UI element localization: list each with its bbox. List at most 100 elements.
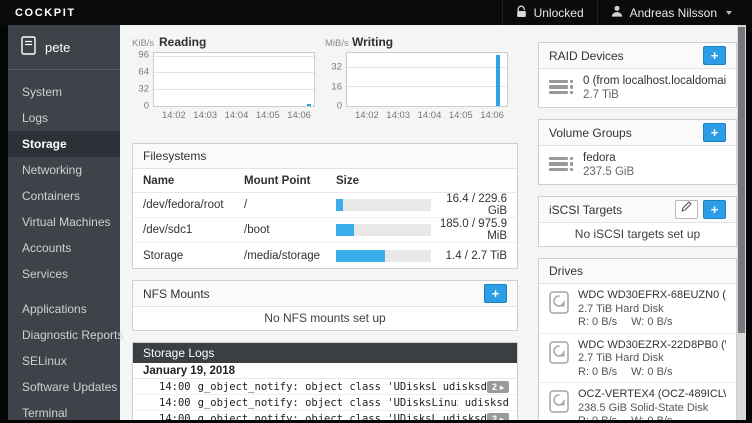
volume-groups-panel: Volume Groups + fedora 237.5 GiB (538, 119, 737, 185)
caret-down-icon (726, 11, 732, 15)
sidebar-item-terminal[interactable]: Terminal (8, 400, 120, 420)
host-switcher[interactable]: pete (8, 25, 120, 70)
filesystem-row[interactable]: Storage /media/storage 1.4 / 2.7 TiB (133, 243, 517, 268)
drives-panel: Drives WDC WD30EFRX-68EUZN0 (WD… 2.7 TiB… (538, 258, 737, 420)
reading-title: Reading (159, 35, 206, 49)
usage-bar (336, 199, 431, 211)
reading-unit-label: KiB/s (132, 38, 159, 49)
sidebar-item-system[interactable]: System (8, 79, 120, 105)
nfs-empty-state: No NFS mounts set up (133, 307, 517, 330)
main-column: KiB/s Reading 96 64 32 0 (132, 35, 518, 420)
sidebar: pete System Logs Storage Networking Cont… (8, 25, 120, 420)
drive-read-rate: R: 0 B/s (578, 316, 617, 329)
host-icon (21, 36, 36, 58)
edit-iscsi-button[interactable] (675, 200, 698, 219)
writing-spike (496, 55, 500, 106)
nfs-mounts-title: NFS Mounts (143, 287, 484, 301)
cockpit-storage-screen: { "topbar": { "brand": "COCKPIT", "lock_… (0, 0, 752, 423)
log-count-badge: 2 (487, 381, 509, 393)
content-area: KiB/s Reading 96 64 32 0 (120, 25, 746, 420)
raid-device-item[interactable]: 0 (from localhost.localdomain) 2.7 TiB (539, 69, 736, 107)
writing-y-axis: 32 16 0 (325, 52, 346, 107)
storage-logs-title: Storage Logs (133, 343, 517, 363)
sidebar-item-applications[interactable]: Applications (8, 296, 120, 322)
app-frame: pete System Logs Storage Networking Cont… (8, 25, 746, 420)
sidebar-item-software-updates[interactable]: Software Updates (8, 374, 120, 400)
iscsi-targets-panel: iSCSI Targets + No iSCSI targets set up (538, 196, 737, 247)
vertical-scrollbar (737, 25, 746, 420)
log-date-header: January 19, 2018 (133, 363, 517, 379)
top-navbar: COCKPIT Unlocked Andreas Nilsson (0, 0, 752, 25)
drive-write-rate: W: 0 B/s (631, 366, 672, 379)
reading-series (307, 104, 311, 106)
sidebar-item-virtual-machines[interactable]: Virtual Machines (8, 209, 120, 235)
iscsi-empty-state: No iSCSI targets set up (539, 223, 736, 246)
reading-y-axis: 96 64 32 0 (132, 52, 153, 107)
writing-chart: MiB/s Writing 32 16 0 (325, 35, 508, 121)
drives-title: Drives (549, 264, 726, 278)
drive-write-rate: W: 0 B/s (631, 316, 672, 329)
log-count-badge: 2 (487, 413, 509, 421)
sidebar-item-storage[interactable]: Storage (8, 131, 120, 157)
sidebar-nav: System Logs Storage Networking Container… (8, 70, 120, 420)
volume-group-item[interactable]: fedora 237.5 GiB (539, 146, 736, 184)
user-name-label: Andreas Nilsson (630, 6, 717, 20)
drive-item[interactable]: WDC WD30EZRX-22D8PB0 (WD… 2.7 TiB Hard D… (539, 334, 736, 384)
nfs-mounts-panel: NFS Mounts + No NFS mounts set up (132, 280, 518, 331)
usage-bar (336, 224, 431, 236)
reading-plot (153, 52, 315, 107)
writing-plot (346, 52, 508, 107)
plus-icon: + (711, 125, 719, 140)
drive-item[interactable]: OCZ-VERTEX4 (OCZ-489ICLW11… 238.5 GiB So… (539, 383, 736, 420)
log-row[interactable]: 14:00 g_object_notify: object class 'UDi… (133, 395, 517, 411)
user-menu[interactable]: Andreas Nilsson (597, 0, 745, 25)
unlocked-label: Unlocked (534, 6, 584, 20)
add-nfs-mount-button[interactable]: + (484, 284, 507, 303)
sidebar-item-services[interactable]: Services (8, 261, 120, 287)
plus-icon: + (711, 202, 719, 217)
host-name: pete (45, 40, 70, 55)
filesystem-row[interactable]: /dev/fedora/root / 16.4 / 229.6 GiB (133, 193, 517, 218)
unlocked-button[interactable]: Unlocked (502, 0, 597, 25)
raid-device-icon (549, 80, 573, 97)
io-charts: KiB/s Reading 96 64 32 0 (132, 35, 518, 121)
reading-x-axis: 14:02 14:03 14:04 14:05 14:06 (132, 107, 315, 121)
sidebar-item-accounts[interactable]: Accounts (8, 235, 120, 261)
sidebar-item-containers[interactable]: Containers (8, 183, 120, 209)
volume-group-icon (549, 157, 573, 174)
filesystems-column-headers: Name Mount Point Size (133, 169, 517, 193)
drive-write-rate: W: 0 B/s (631, 415, 672, 420)
drive-item[interactable]: WDC WD30EFRX-68EUZN0 (WD… 2.7 TiB Hard D… (539, 284, 736, 334)
plus-icon: + (711, 48, 719, 63)
volume-groups-title: Volume Groups (549, 126, 703, 140)
add-raid-button[interactable]: + (703, 46, 726, 65)
expand-icon (500, 414, 504, 421)
scrollbar-thumb[interactable] (738, 27, 745, 333)
sidebar-item-logs[interactable]: Logs (8, 105, 120, 131)
sidebar-item-selinux[interactable]: SELinux (8, 348, 120, 374)
sidebar-item-diagnostic-reports[interactable]: Diagnostic Reports (8, 322, 120, 348)
raid-devices-title: RAID Devices (549, 49, 703, 63)
sidebar-section-gap (8, 287, 120, 296)
reading-chart: KiB/s Reading 96 64 32 0 (132, 35, 315, 121)
usage-bar (336, 250, 431, 262)
iscsi-targets-title: iSCSI Targets (549, 203, 675, 217)
filesystems-title: Filesystems (143, 149, 507, 163)
plus-icon: + (492, 286, 500, 301)
drive-read-rate: R: 0 B/s (578, 415, 617, 420)
pencil-icon (681, 203, 692, 215)
sidebar-item-networking[interactable]: Networking (8, 157, 120, 183)
writing-x-axis: 14:02 14:03 14:04 14:05 14:06 (325, 107, 508, 121)
writing-unit-label: MiB/s (325, 38, 352, 49)
expand-icon (500, 382, 504, 392)
writing-title: Writing (352, 35, 393, 49)
add-iscsi-button[interactable]: + (703, 200, 726, 219)
filesystems-panel: Filesystems Name Mount Point Size /dev/f… (132, 143, 518, 269)
filesystem-row[interactable]: /dev/sdc1 /boot 185.0 / 975.9 MiB (133, 218, 517, 243)
log-row[interactable]: 14:00 g_object_notify: object class 'UDi… (133, 411, 517, 420)
log-row[interactable]: 14:00 g_object_notify: object class 'UDi… (133, 379, 517, 395)
topbar-right-group: Unlocked Andreas Nilsson (502, 0, 745, 25)
add-volume-group-button[interactable]: + (703, 123, 726, 142)
drive-icon (549, 339, 569, 379)
storage-logs-panel: Storage Logs January 19, 2018 14:00 g_ob… (132, 342, 518, 420)
